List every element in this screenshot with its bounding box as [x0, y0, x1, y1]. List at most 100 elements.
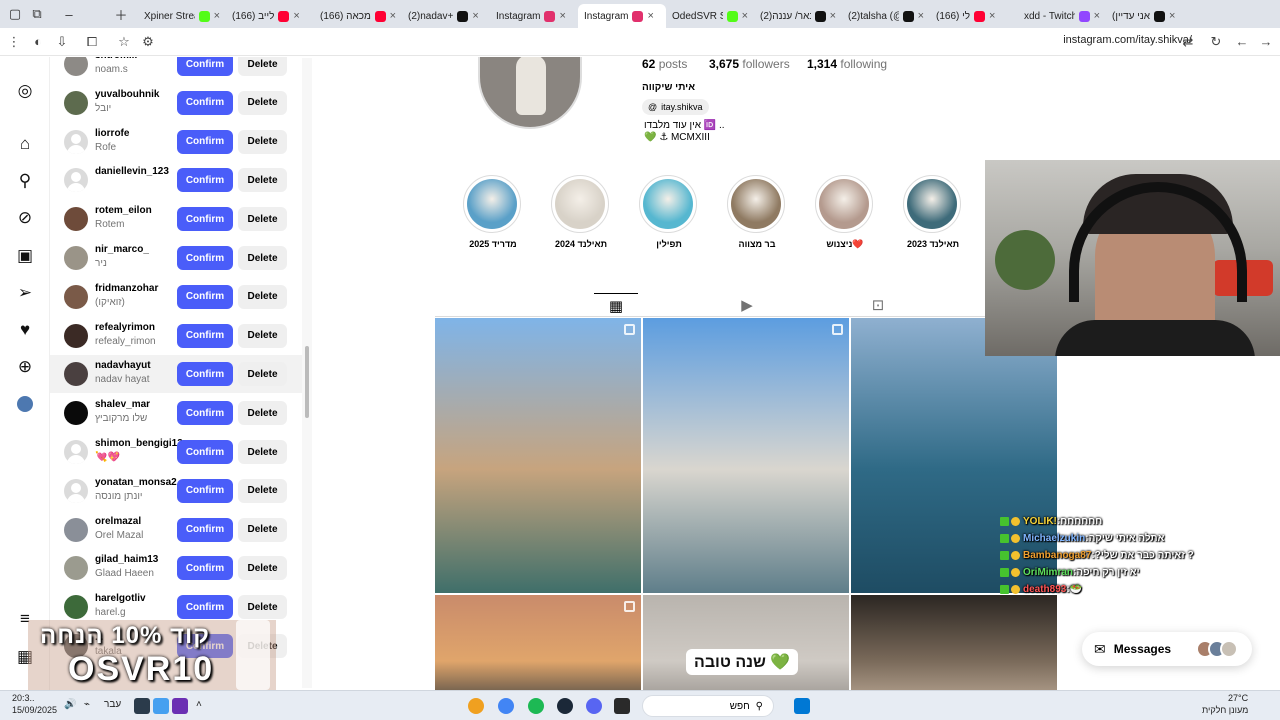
avatar[interactable]	[64, 168, 88, 193]
delete-button[interactable]: Delete	[238, 168, 287, 193]
request-row[interactable]: yuvalbouhnik יובל Confirm Delete	[50, 84, 312, 122]
request-username[interactable]: yuvalbouhnik	[95, 89, 159, 100]
weather-temp[interactable]: 27°C	[1228, 693, 1248, 703]
request-row[interactable]: refealyrimon refealy_rimon Confirm Delete	[50, 317, 312, 355]
close-tab-icon[interactable]: ×	[989, 10, 995, 22]
request-username[interactable]: shalev_mar	[95, 399, 150, 410]
delete-button[interactable]: Delete	[238, 57, 287, 76]
translate-icon[interactable]: ⇄	[1176, 30, 1200, 54]
language-indicator[interactable]: עבר	[104, 699, 121, 710]
site-settings-icon[interactable]: ⚙	[136, 30, 160, 54]
request-username[interactable]: refealyrimon	[95, 322, 155, 333]
story-highlight[interactable]: תאילנד 2023	[903, 175, 963, 249]
close-tab-icon[interactable]: ×	[1169, 10, 1175, 22]
tray-app-icon[interactable]	[134, 698, 150, 714]
bookmark-star-icon[interactable]: ☆	[112, 30, 136, 54]
post-tile[interactable]	[435, 318, 641, 593]
threads-badge[interactable]: @ itay.shikva	[642, 99, 709, 115]
confirm-button[interactable]: Confirm	[177, 168, 233, 193]
network-icon[interactable]: ⌁	[84, 699, 90, 710]
request-row[interactable]: nadavhayut nadav hayat Confirm Delete	[50, 355, 312, 394]
followers-stat[interactable]: 3,675 followers	[709, 57, 790, 71]
request-username[interactable]: nir_marco_	[95, 244, 149, 255]
browser-tab[interactable]: xdd - Twitch ×	[1018, 4, 1106, 28]
confirm-button[interactable]: Confirm	[177, 323, 233, 348]
requests-scrollbar-thumb[interactable]	[305, 346, 309, 418]
tray-n-icon[interactable]	[172, 698, 188, 714]
avatar[interactable]	[64, 57, 88, 76]
chrome-icon[interactable]	[498, 698, 514, 714]
reels-icon[interactable]: ▣	[13, 244, 37, 268]
close-tab-icon[interactable]: ×	[293, 10, 299, 22]
avatar[interactable]	[64, 129, 88, 154]
story-highlight[interactable]: תפילין	[639, 175, 699, 249]
request-username[interactable]: daniellevin_123	[95, 166, 169, 177]
browser-tab[interactable]: (2)באר/ עננה ×	[754, 4, 842, 28]
request-username[interactable]: rotem_eilon	[95, 205, 152, 216]
avatar[interactable]	[64, 478, 88, 503]
extension-icon[interactable]: ◐	[26, 30, 50, 54]
taskbar-time[interactable]: 20:3..	[12, 693, 35, 703]
avatar[interactable]	[64, 207, 88, 232]
browser-tab[interactable]: (166) לייב ×	[226, 4, 314, 28]
request-row[interactable]: liorrofe Rofe Confirm Delete	[50, 123, 312, 161]
avatar[interactable]	[64, 595, 88, 620]
tab-tagged-icon[interactable]: ⊡	[856, 293, 900, 317]
confirm-button[interactable]: Confirm	[177, 517, 233, 542]
new-tab-icon[interactable]: ＋	[110, 3, 132, 25]
browser-tab[interactable]: (166) לי ×	[930, 4, 1018, 28]
forward-icon[interactable]: →	[1254, 30, 1278, 54]
address-bar[interactable]: instagram.com/itay.shikva/	[1063, 34, 1192, 46]
minimize-icon[interactable]: –	[58, 3, 80, 25]
request-row[interactable]: orelmazal Orel Mazal Confirm Delete	[50, 511, 312, 549]
following-stat[interactable]: 1,314 following	[807, 57, 887, 71]
spotify-icon[interactable]	[528, 698, 544, 714]
requests-scrollbar[interactable]	[302, 58, 312, 688]
confirm-button[interactable]: Confirm	[177, 362, 233, 387]
request-row[interactable]: nir_marco_ ניר Confirm Delete	[50, 239, 312, 277]
browser-tab[interactable]: (אני עדיין ×	[1106, 4, 1194, 28]
story-highlight[interactable]: תאילנד 2024	[551, 175, 611, 249]
request-row[interactable]: shimon_bengigi13 💘💖 Confirm Delete	[50, 433, 312, 471]
menu-icon[interactable]: ⋮	[2, 30, 26, 54]
explore-icon[interactable]: ⊘	[13, 206, 37, 230]
avatar[interactable]	[64, 517, 88, 542]
browser-tab[interactable]: Instagram ×	[578, 4, 666, 28]
avatar[interactable]	[64, 246, 88, 270]
story-highlight[interactable]: בר מצווה	[727, 175, 787, 249]
steam-icon[interactable]	[557, 698, 573, 714]
tray-expand-icon[interactable]: ˄	[196, 699, 202, 710]
volume-icon[interactable]: 🔊	[64, 699, 76, 710]
request-username[interactable]: harelgotliv	[95, 593, 146, 604]
notifications-icon[interactable]: ♥	[13, 318, 37, 342]
post-tile[interactable]	[851, 595, 1057, 690]
close-tab-icon[interactable]: ×	[559, 10, 565, 22]
request-username[interactable]: liorrofe	[95, 128, 129, 139]
request-username[interactable]: shimon_bengigi13	[95, 438, 183, 449]
delete-button[interactable]: Delete	[238, 362, 287, 387]
request-row[interactable]: gilad_haim13 Glaad Haeen Confirm Delete	[50, 549, 312, 587]
confirm-button[interactable]: Confirm	[177, 246, 233, 270]
story-highlight[interactable]: ניצנוש❤️	[815, 175, 875, 250]
profile-picture[interactable]	[478, 57, 582, 129]
close-tab-icon[interactable]: ×	[742, 10, 748, 22]
avatar[interactable]	[64, 401, 88, 426]
puzzle-icon[interactable]: ⧠	[80, 30, 104, 54]
restore-icon[interactable]: ⧉	[26, 3, 48, 25]
taskbar-app-icon[interactable]	[468, 698, 484, 714]
story-highlight[interactable]: מדריד 2025	[463, 175, 523, 249]
delete-button[interactable]: Delete	[238, 323, 287, 348]
delete-button[interactable]: Delete	[238, 595, 287, 620]
delete-button[interactable]: Delete	[238, 246, 287, 270]
request-row[interactable]: fridmanzohar (זואיקו) Confirm Delete	[50, 278, 312, 316]
avatar[interactable]	[64, 90, 88, 115]
post-tile[interactable]: שנה טובה 💚	[643, 595, 849, 690]
close-tab-icon[interactable]: ×	[472, 10, 478, 22]
request-row[interactable]: yonatan_monsa2 יונתן מונסה Confirm Delete	[50, 472, 312, 510]
delete-button[interactable]: Delete	[238, 478, 287, 503]
browser-tab[interactable]: (166) מכאה ×	[314, 4, 402, 28]
close-tab-icon[interactable]: ×	[1094, 10, 1100, 22]
confirm-button[interactable]: Confirm	[177, 440, 233, 464]
windows-start-icon[interactable]	[794, 698, 810, 714]
close-tab-icon[interactable]: ×	[647, 10, 653, 22]
